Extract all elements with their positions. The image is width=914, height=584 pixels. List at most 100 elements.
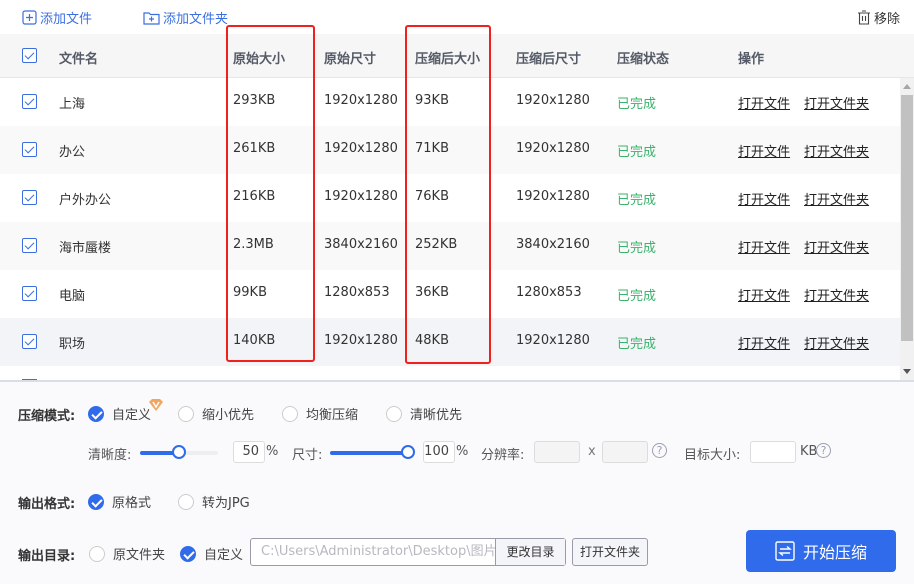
vip-badge-icon [149,399,163,411]
compress-mode-label: 压缩模式: [18,409,76,424]
open-file-link[interactable]: 打开文件 [738,141,790,160]
folder-plus-icon [143,12,160,25]
radio-unchecked-icon [89,545,105,562]
file-plus-icon [22,10,37,25]
resolution-help-icon[interactable]: ? [652,443,667,458]
mode-custom-label: 自定义 [112,408,152,423]
mode-custom-radio[interactable]: 自定义 [88,404,151,423]
row-checkbox[interactable] [22,286,37,301]
table-scrollbar[interactable] [900,78,914,380]
clarity-input[interactable]: 50 [233,441,265,463]
mode-clarity-radio[interactable]: 清晰优先 [386,404,462,423]
header-status[interactable]: 压缩状态 [617,48,669,67]
target-size-help-icon[interactable]: ? [816,443,831,458]
resolution-label: 分辨率: [481,448,525,463]
output-path-input[interactable]: C:\Users\Administrator\Desktop\图片 [251,539,495,565]
size-slider-knob[interactable] [401,445,415,459]
compressed-size-cell: 93KB [415,93,449,108]
compressed-size-cell: 76KB [415,189,449,204]
start-compress-button[interactable]: 开始压缩 [746,530,896,572]
open-file-link[interactable]: 打开文件 [738,333,790,352]
add-folder-label: 添加文件夹 [163,12,229,27]
table-row[interactable]: 办公 261KB 1920x1280 71KB 1920x1280 已完成 打开文件 打开文件… [0,126,900,174]
clarity-slider[interactable] [140,445,218,459]
table-row[interactable]: 上海 293KB 1920x1280 93KB 1920x1280 已完成 打开文件 打开文件… [0,78,900,126]
status-cell: 已完成 [617,145,657,160]
mode-shrink-radio[interactable]: 缩小优先 [178,404,254,423]
row-checkbox[interactable] [22,94,37,109]
open-file-link[interactable]: 打开文件 [738,93,790,112]
resolution-height-input[interactable] [602,441,648,463]
compressor-window: 添加文件 添加文件夹 移除 文件名 原始大小 原始尺寸 压缩后大小 压缩后尺寸 … [0,0,914,584]
status-cell: 已完成 [617,241,657,256]
format-jpg-radio[interactable]: 转为JPG [178,492,250,511]
header-original-dimensions[interactable]: 原始尺寸 [324,48,376,67]
target-size-input[interactable] [750,441,796,463]
select-all-checkbox[interactable] [22,48,37,63]
header-compressed-dimensions[interactable]: 压缩后尺寸 [516,48,581,67]
original-dimensions-cell: 1280x853 [324,285,390,300]
add-folder-button[interactable]: 添加文件夹 [143,8,228,27]
change-dir-button[interactable]: 更改目录 [495,539,565,565]
toolbar: 添加文件 添加文件夹 移除 [0,0,914,34]
original-dimensions-cell: 1920x1280 [324,93,398,108]
compressed-size-cell: 71KB [415,141,449,156]
original-dimensions-cell: 1920x1280 [324,333,398,348]
open-folder-link[interactable]: 打开文件夹 [804,333,869,352]
open-folder-link[interactable]: 打开文件夹 [804,141,869,160]
status-cell: 已完成 [617,193,657,208]
scroll-down-arrow-icon[interactable] [903,369,911,374]
original-size-cell: 293KB [233,93,276,108]
clarity-percent-sign: % [266,444,279,459]
open-file-link[interactable]: 打开文件 [738,237,790,256]
status-cell: 已完成 [617,337,657,352]
radio-checked-icon [88,405,104,422]
compressed-dimensions-cell: 3840x2160 [516,237,590,252]
compressed-size-cell: 252KB [415,237,458,252]
dir-custom-radio[interactable]: 自定义 [180,544,243,563]
scrollbar-thumb[interactable] [901,95,913,341]
format-original-radio[interactable]: 原格式 [88,492,151,511]
remove-button[interactable]: 移除 [857,8,900,27]
table-row[interactable]: 海市蜃楼 2.3MB 3840x2160 252KB 3840x2160 已完成 打开文件打… [0,222,900,270]
original-dimensions-cell: 3840x2160 [324,237,398,252]
original-size-cell: 216KB [233,189,276,204]
target-size-label: 目标大小: [684,448,741,463]
header-compressed-size[interactable]: 压缩后大小 [415,48,480,67]
table-row[interactable]: 电脑 99KB 1280x853 36KB 1280x853 已完成 打开文件 打开文件夹 [0,270,900,318]
add-file-button[interactable]: 添加文件 [22,8,92,27]
dir-original-radio[interactable]: 原文件夹 [89,544,165,563]
row-checkbox[interactable] [22,238,37,253]
table-row[interactable]: 职场 140KB 1920x1280 48KB 1920x1280 已完成 打开文件 打开文件… [0,318,900,366]
swap-arrows-icon [775,541,795,561]
open-file-link[interactable]: 打开文件 [738,285,790,304]
open-folder-link[interactable]: 打开文件夹 [804,237,869,256]
open-file-link[interactable]: 打开文件 [738,189,790,208]
radio-checked-icon [88,493,104,510]
open-output-folder-button[interactable]: 打开文件夹 [572,538,648,566]
open-folder-link[interactable]: 打开文件夹 [804,93,869,112]
mode-shrink-label: 缩小优先 [202,408,255,423]
table-row[interactable]: 户外办公 216KB 1920x1280 76KB 1920x1280 已完成 打开文件 打开… [0,174,900,222]
mode-clarity-label: 清晰优先 [410,408,463,423]
size-slider[interactable] [330,445,415,459]
header-file-name[interactable]: 文件名 [59,48,98,67]
open-folder-link[interactable]: 打开文件夹 [804,189,869,208]
row-checkbox[interactable] [22,190,37,205]
size-input[interactable]: 100 [423,441,455,463]
dir-original-label: 原文件夹 [113,548,166,563]
original-size-cell: 261KB [233,141,276,156]
row-checkbox[interactable] [22,334,37,349]
radio-unchecked-icon [178,405,194,422]
resolution-width-input[interactable] [534,441,580,463]
scroll-up-arrow-icon[interactable] [903,84,911,89]
open-folder-link[interactable]: 打开文件夹 [804,285,869,304]
compressed-size-cell: 48KB [415,333,449,348]
row-checkbox[interactable] [22,142,37,157]
file-table: 文件名 原始大小 原始尺寸 压缩后大小 压缩后尺寸 压缩状态 操作 上海 293K… [0,34,914,380]
header-original-size[interactable]: 原始大小 [233,48,285,67]
remove-label: 移除 [873,12,900,27]
clarity-slider-knob[interactable] [172,445,186,459]
mode-balanced-radio[interactable]: 均衡压缩 [282,404,358,423]
clarity-label: 清晰度: [88,448,132,463]
